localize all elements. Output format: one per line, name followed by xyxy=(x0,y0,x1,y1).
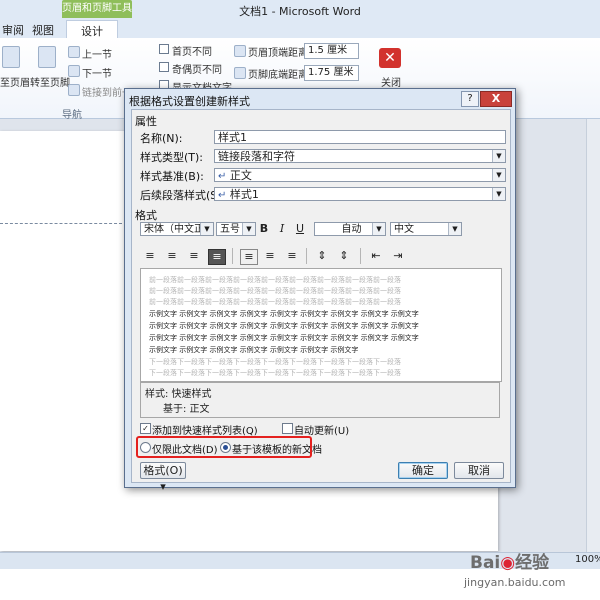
toolbar-separator xyxy=(306,248,307,264)
paragraph-mark-icon: ↵ xyxy=(218,190,227,201)
decrease-paragraph-spacing-icon[interactable]: ⇕ xyxy=(336,249,352,263)
chevron-down-icon: ▼ xyxy=(372,223,385,235)
vertical-scrollbar[interactable] xyxy=(586,119,600,559)
font-dropdown[interactable]: 宋体（中文正文 ▼ xyxy=(140,222,214,236)
preview-sample-text: 示例文字 示例文字 示例文字 示例文字 示例文字 示例文字 示例文字 示例文字 … xyxy=(149,322,419,330)
preview-previous-paragraph: 前一段落前一段落前一段落前一段落前一段落前一段落前一段落前一段落前一段落 xyxy=(149,298,401,306)
link-previous-icon xyxy=(68,84,80,96)
chevron-down-icon: ▼ xyxy=(448,223,461,235)
align-center-icon[interactable]: ≡ xyxy=(164,249,180,263)
align-right-icon[interactable]: ≡ xyxy=(186,249,202,263)
header-margin-icon xyxy=(234,45,246,57)
paragraph-mark-icon: ↵ xyxy=(218,171,227,182)
close-header-footer-label: 关闭 xyxy=(381,78,401,89)
baidu-watermark-url: jingyan.baidu.com xyxy=(464,576,566,589)
name-label: 名称(N): xyxy=(140,132,183,145)
dialog-close-button[interactable]: X xyxy=(480,91,512,107)
zoom-level[interactable]: 100% xyxy=(575,554,600,565)
chevron-down-icon: ▼ xyxy=(492,150,505,162)
chevron-down-icon: ▼ xyxy=(200,223,213,235)
chevron-down-icon: ▼ xyxy=(492,169,505,181)
header-boundary-line xyxy=(0,223,122,224)
cancel-button[interactable]: 取消 xyxy=(454,462,504,479)
align-left-icon[interactable]: ≡ xyxy=(142,249,158,263)
based-on-label: 样式基准(B): xyxy=(140,170,204,183)
underline-button[interactable]: U xyxy=(292,222,308,236)
increase-paragraph-spacing-icon[interactable]: ⇕ xyxy=(314,249,330,263)
window-title: 文档1 - Microsoft Word xyxy=(239,5,361,18)
tab-review[interactable]: 审阅 xyxy=(2,22,24,38)
highlight-annotation-box xyxy=(136,436,312,458)
footer-bottom-distance-input[interactable]: 1.75 厘米 xyxy=(304,65,359,81)
header-top-distance-label: 页眉顶端距离: xyxy=(248,48,312,59)
create-style-dialog: 根据格式设置创建新样式 ? X 属性 名称(N): 样式1 样式类型(T): 链… xyxy=(124,88,516,493)
style-description: 样式: 快速样式 基于: 正文 xyxy=(140,382,500,418)
header-page-icon xyxy=(2,46,20,68)
font-size-dropdown[interactable]: 五号 ▼ xyxy=(216,222,256,236)
tab-design[interactable]: 设计 xyxy=(66,20,118,40)
description-style-line: 样式: 快速样式 xyxy=(145,389,212,400)
prev-section-button[interactable]: 上一节 xyxy=(82,46,112,61)
add-to-quick-style-checkbox[interactable]: ✓ xyxy=(140,423,151,434)
auto-update-label: 自动更新(U) xyxy=(294,426,350,437)
preview-sample-text: 示例文字 示例文字 示例文字 示例文字 示例文字 示例文字 示例文字 示例文字 … xyxy=(149,334,419,342)
dialog-body: 属性 名称(N): 样式1 样式类型(T): 链接段落和字符 ▼ 样式基准(B)… xyxy=(131,109,511,493)
preview-next-paragraph: 下一段落下一段落下一段落下一段落下一段落下一段落下一段落下一段落下一段落 xyxy=(149,358,401,366)
language-dropdown[interactable]: 中文 ▼ xyxy=(390,222,462,236)
properties-section-label: 属性 xyxy=(135,115,157,128)
description-based-on-line: 基于: 正文 xyxy=(163,404,210,415)
double-spacing-icon[interactable]: ≡ xyxy=(284,249,300,263)
ribbon-tabs: 审阅 视图 设计 xyxy=(0,20,600,40)
bold-button[interactable]: B xyxy=(256,222,272,236)
chevron-down-icon: ▼ xyxy=(242,223,255,235)
next-style-dropdown[interactable]: ↵ 样式1 ▼ xyxy=(214,187,506,201)
footer-page-icon xyxy=(38,46,56,68)
odd-even-different-label: 奇偶页不同 xyxy=(172,65,222,76)
tab-view[interactable]: 视图 xyxy=(32,22,54,38)
next-section-icon xyxy=(68,65,80,77)
preview-previous-paragraph: 前一段落前一段落前一段落前一段落前一段落前一段落前一段落前一段落前一段落 xyxy=(149,276,401,284)
add-to-quick-style-label: 添加到快速样式列表(Q) xyxy=(152,426,258,437)
header-top-distance-input[interactable]: 1.5 厘米 xyxy=(304,43,359,59)
format-section-label: 格式 xyxy=(135,209,157,222)
footer-bottom-distance-label: 页脚底端距离: xyxy=(248,70,312,81)
increase-indent-icon[interactable]: ⇥ xyxy=(390,249,406,263)
style-type-dropdown[interactable]: 链接段落和字符 ▼ xyxy=(214,149,506,163)
toolbar-separator xyxy=(360,248,361,264)
auto-update-checkbox[interactable] xyxy=(282,423,293,434)
style-preview-box: 前一段落前一段落前一段落前一段落前一段落前一段落前一段落前一段落前一段落 前一段… xyxy=(140,268,502,382)
close-header-footer-icon[interactable]: ✕ xyxy=(379,48,401,68)
preview-sample-text: 示例文字 示例文字 示例文字 示例文字 示例文字 示例文字 示例文字 示例文字 … xyxy=(149,310,419,318)
preview-sample-text: 示例文字 示例文字 示例文字 示例文字 示例文字 示例文字 示例文字 xyxy=(149,346,359,354)
title-bar: 页眉和页脚工具 文档1 - Microsoft Word xyxy=(0,0,600,21)
italic-button[interactable]: I xyxy=(274,222,290,236)
baidu-watermark-logo: Bai◉经验 xyxy=(470,553,550,573)
preview-previous-paragraph: 前一段落前一段落前一段落前一段落前一段落前一段落前一段落前一段落前一段落 xyxy=(149,287,401,295)
font-color-dropdown[interactable]: 自动 ▼ xyxy=(314,222,386,236)
footer-margin-icon xyxy=(234,67,246,79)
based-on-dropdown[interactable]: ↵ 正文 ▼ xyxy=(214,168,506,182)
first-page-different-checkbox[interactable] xyxy=(159,44,169,54)
one-half-spacing-icon[interactable]: ≡ xyxy=(262,249,278,263)
toolbar-separator xyxy=(232,248,233,264)
justify-icon[interactable]: ≡ xyxy=(208,249,226,265)
odd-even-different-checkbox[interactable] xyxy=(159,62,169,72)
first-page-different-label: 首页不同 xyxy=(172,47,212,58)
next-style-label: 后续段落样式(S): xyxy=(140,189,226,202)
single-spacing-icon[interactable]: ≡ xyxy=(240,249,258,265)
decrease-indent-icon[interactable]: ⇤ xyxy=(368,249,384,263)
style-type-label: 样式类型(T): xyxy=(140,151,204,164)
go-to-header-button[interactable]: 至页眉 xyxy=(0,74,30,89)
help-button[interactable]: ? xyxy=(461,91,479,107)
format-menu-button[interactable]: 格式(O) ▾ xyxy=(140,462,186,493)
chevron-down-icon: ▼ xyxy=(492,188,505,200)
ok-button[interactable]: 确定 xyxy=(398,462,448,479)
dialog-title: 根据格式设置创建新样式 xyxy=(129,95,250,108)
preview-next-paragraph: 下一段落下一段落下一段落下一段落下一段落下一段落下一段落下一段落下一段落 xyxy=(149,369,401,377)
next-section-button[interactable]: 下一节 xyxy=(82,65,112,80)
go-to-footer-button[interactable]: 转至页脚 xyxy=(30,74,70,89)
style-name-input[interactable]: 样式1 xyxy=(214,130,506,144)
prev-section-icon xyxy=(68,46,80,58)
